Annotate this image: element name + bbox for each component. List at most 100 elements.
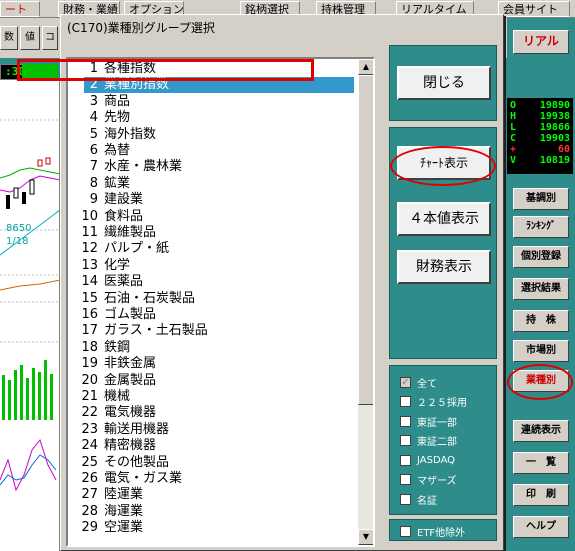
list-item[interactable]: 10 食料品 (68, 209, 358, 225)
list-item[interactable]: 24 精密機器 (68, 438, 358, 454)
toolbar-button-3[interactable]: コ (42, 26, 58, 50)
list-item-number: 25 (81, 454, 98, 470)
list-item[interactable]: 23 輸送用機器 (68, 422, 358, 438)
list-item-number: 13 (81, 257, 98, 273)
ohlc-value: 19938 (539, 111, 570, 122)
selection-result-button[interactable]: 選択結果 (513, 278, 569, 300)
market-filter-row[interactable]: JASDAQ (400, 452, 455, 468)
market-filter-checkbox[interactable] (400, 493, 411, 505)
market-filter-label: 東証二部 (417, 437, 457, 448)
etf-filter-row[interactable]: ETF他除外 (400, 523, 465, 539)
toolbar-button-2[interactable]: 値 (20, 26, 40, 50)
market-filter-checkbox[interactable] (400, 474, 411, 485)
list-item[interactable]: 19 非鉄金属 (68, 356, 358, 372)
list-item[interactable]: 4 先物 (68, 110, 358, 126)
market-filter-row[interactable]: ２２５採用 (400, 394, 467, 410)
list-item[interactable]: 29 空運業 (68, 520, 358, 536)
tab-chart[interactable]: ート (0, 1, 40, 17)
ohlc-display: O 19890 H 19938 L 19866 C 19903 +60 V 10819 (507, 98, 573, 174)
ohlc-value: 60 (557, 144, 570, 155)
list-item-number: 10 (81, 208, 98, 224)
close-button[interactable]: 閉じる (397, 66, 491, 100)
market-filter-checkbox[interactable] (400, 415, 411, 427)
tab-member-site[interactable]: 会員サイト (498, 1, 570, 17)
market-filter-row[interactable]: 名証 (400, 491, 437, 507)
list-item[interactable]: 11 繊維製品 (68, 225, 358, 241)
list-item-number: 21 (81, 389, 98, 404)
list-item[interactable]: 17 ガラス・土石製品 (68, 323, 358, 339)
market-filter-checkbox[interactable] (400, 396, 411, 407)
holdings-button[interactable]: 持 株 (513, 310, 569, 332)
print-button[interactable]: 印 刷 (513, 484, 569, 506)
market-filter-label: 名証 (417, 495, 437, 507)
ranking-button[interactable]: ﾗﾝｷﾝｸﾞ (513, 216, 569, 238)
market-filter-row[interactable]: マザーズ (400, 472, 457, 488)
industry-list[interactable]: 1 各種指数 2 業種別指数 3 商品 4 先物 5 海外指数 6 為替 7 水産・農林業 8 鉱業 9 建設業 1… (66, 57, 375, 547)
list-item-number: 15 (81, 290, 98, 306)
list-item-label: 空運業 (104, 520, 144, 536)
market-filter-checkbox[interactable]: ✓ (400, 376, 411, 388)
list-scrollbar[interactable]: ▲ ▼ (358, 59, 373, 545)
list-item-number: 24 (81, 438, 98, 454)
ohlc-label: O (510, 100, 517, 111)
list-item-number: 29 (81, 520, 98, 536)
market-button[interactable]: 市場別 (513, 340, 569, 362)
list-item[interactable]: 18 鉄鋼 (68, 340, 358, 356)
list-item[interactable]: 25 その他製品 (68, 455, 358, 471)
market-filter-checkbox[interactable] (400, 435, 411, 446)
list-item[interactable]: 22 電気機器 (68, 405, 358, 421)
list-item-label: 海外指数 (104, 126, 157, 142)
four-price-display-button[interactable]: ４本値表示 (397, 202, 491, 236)
list-item[interactable]: 7 水産・農林業 (68, 159, 358, 175)
market-filter-row[interactable]: 東証一部 (400, 413, 457, 429)
list-item[interactable]: 9 建設業 (68, 192, 358, 208)
industry-button[interactable]: 業種別 (513, 370, 569, 392)
list-item-number: 12 (81, 241, 98, 257)
realtime-button[interactable]: リアル (513, 30, 569, 54)
list-item-label: 繊維製品 (104, 225, 157, 240)
list-item-label: 精密機器 (104, 438, 157, 454)
list-item[interactable]: 16 ゴム製品 (68, 307, 358, 323)
ohlc-value: 19866 (539, 122, 570, 133)
list-item-number: 22 (81, 405, 98, 421)
market-filter-panel: ✓ 全て ２２５採用東証一部東証二部 JASDAQ マザーズ名証 (389, 365, 497, 515)
chart-display-button[interactable]: ﾁｬｰﾄ表示 (397, 146, 491, 180)
kichou-button[interactable]: 基調別 (513, 188, 569, 210)
list-item[interactable]: 14 医薬品 (68, 274, 358, 290)
toolbar-button-1[interactable]: 数 (0, 26, 18, 50)
list-item-label: その他製品 (104, 454, 170, 470)
list-item[interactable]: 5 海外指数 (68, 127, 358, 143)
close-panel: 閉じる (389, 45, 497, 121)
list-item[interactable]: 15 石油・石炭製品 (68, 291, 358, 307)
list-item[interactable]: 21 機械 (68, 389, 358, 405)
ohlc-row: H 19938 (510, 111, 570, 122)
list-item[interactable]: 20 金属製品 (68, 373, 358, 389)
market-filter-row[interactable]: ✓ 全て (400, 374, 437, 390)
list-item[interactable]: 13 化学 (68, 258, 358, 274)
list-item[interactable]: 8 鉱業 (68, 176, 358, 192)
list-item[interactable]: 6 為替 (68, 143, 358, 159)
list-item[interactable]: 12 パルプ・紙 (68, 241, 358, 257)
market-filter-checkbox[interactable] (400, 454, 411, 466)
financial-display-button[interactable]: 財務表示 (397, 250, 491, 284)
market-filter-row[interactable]: 東証二部 (400, 433, 457, 449)
scroll-down-icon[interactable]: ▼ (358, 529, 373, 545)
list-button[interactable]: 一 覧 (513, 452, 569, 474)
list-item[interactable]: 28 海運業 (68, 504, 358, 520)
scroll-thumb[interactable] (358, 75, 373, 405)
continuous-display-button[interactable]: 連続表示 (513, 420, 569, 442)
list-item-number: 17 (81, 323, 98, 339)
list-item[interactable]: 3 商品 (68, 94, 358, 110)
list-item[interactable]: 27 陸運業 (68, 487, 358, 503)
scroll-up-icon[interactable]: ▲ (358, 59, 373, 75)
list-item[interactable]: 26 電気・ガス業 (68, 471, 358, 487)
list-item-number: 9 (89, 192, 98, 208)
etf-filter-checkbox[interactable] (400, 525, 411, 537)
individual-register-button[interactable]: 個別登録 (513, 246, 569, 268)
help-button[interactable]: ヘルプ (513, 516, 569, 538)
list-item-number: 5 (89, 126, 98, 142)
list-item-number: 27 (81, 487, 98, 503)
list-item-number: 19 (81, 356, 98, 372)
list-item-label: 非鉄金属 (104, 356, 157, 372)
etf-filter-label: ETF他除外 (417, 527, 466, 539)
